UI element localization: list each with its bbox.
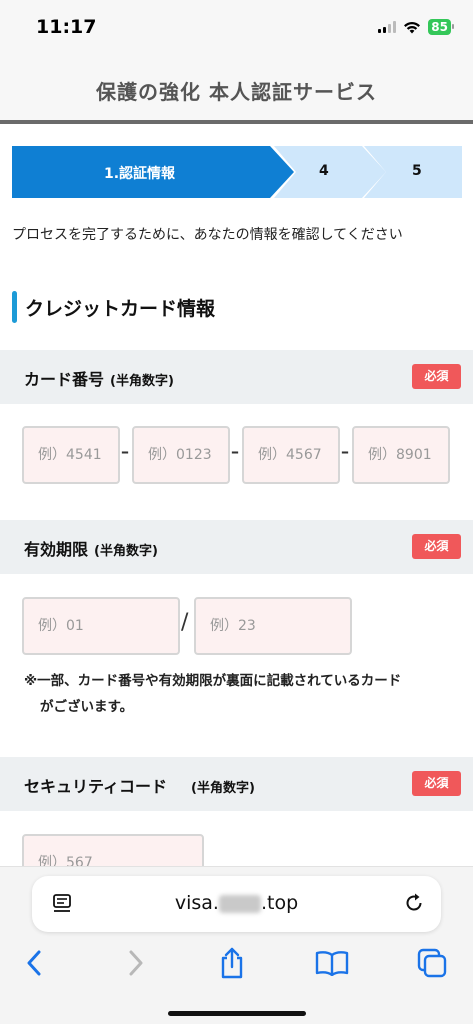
wifi-icon — [404, 21, 421, 33]
url-suffix: .top — [260, 892, 299, 914]
card-number-label: カード番号 (半角数字) — [24, 366, 174, 390]
card-number-separator: – — [231, 442, 239, 461]
expiry-year-input[interactable]: 例）23 — [194, 597, 352, 655]
chevron-left-icon — [27, 950, 41, 976]
card-number-separator: – — [121, 442, 129, 461]
url-prefix: visa. — [174, 892, 219, 914]
required-badge: 必須 — [412, 534, 461, 559]
browser-toolbar: visa. .top — [0, 866, 473, 1024]
card-number-sublabel: (半角数字) — [110, 374, 174, 389]
reload-icon[interactable] — [403, 892, 425, 914]
share-icon — [221, 947, 243, 979]
home-indicator — [168, 1011, 306, 1016]
security-code-header: セキュリティコード (半角数字) 必須 — [0, 757, 473, 811]
expiry-note: ※一部、カード番号や有効期限が裏面に記載されているカード がございます。 — [24, 668, 454, 720]
status-time: 11:17 — [36, 16, 97, 38]
page-header: 保護の強化 本人認証サービス — [0, 58, 473, 124]
signal-icon — [378, 21, 397, 33]
share-button[interactable] — [212, 943, 252, 983]
browser-nav-toolbar — [0, 943, 473, 983]
address-bar[interactable]: visa. .top — [32, 876, 441, 932]
note-line-2: がございます。 — [40, 699, 134, 715]
card-number-label-text: カード番号 — [24, 370, 105, 389]
expiry-separator: / — [181, 610, 189, 635]
security-code-label: セキュリティコード (半角数字) — [24, 773, 255, 797]
card-number-header: カード番号 (半角数字) 必須 — [0, 350, 473, 404]
bookmarks-button[interactable] — [312, 943, 352, 983]
chevron-right-icon — [129, 950, 143, 976]
forward-button[interactable] — [116, 943, 156, 983]
battery-icon: 85 — [428, 19, 454, 35]
security-code-sublabel: (半角数字) — [191, 781, 255, 796]
card-number-input-4[interactable]: 例）8901 — [352, 426, 450, 484]
expiry-label-text: 有効期限 — [24, 540, 89, 559]
back-button[interactable] — [14, 943, 54, 983]
required-badge: 必須 — [412, 771, 461, 796]
expiry-header: 有効期限 (半角数字) 必須 — [0, 520, 473, 574]
step-3-label: 5 — [412, 163, 422, 179]
card-number-separator: – — [341, 442, 349, 461]
step-progress: 1.認証情報 4 5 — [12, 146, 462, 198]
url-redacted — [218, 894, 261, 913]
section-title: クレジットカード情報 — [25, 297, 216, 320]
security-code-label-text: セキュリティコード — [24, 777, 168, 796]
step-1-label: 1.認証情報 — [104, 166, 176, 182]
section-heading: クレジットカード情報 — [12, 290, 215, 324]
step-2-label: 4 — [319, 163, 329, 179]
required-badge: 必須 — [412, 364, 461, 389]
book-icon — [315, 951, 349, 976]
card-number-input-1[interactable]: 例）4541 — [22, 426, 120, 484]
heading-accent-bar — [12, 291, 17, 323]
intro-text: プロセスを完了するために、あなたの情報を確認してください — [12, 227, 403, 243]
tabs-icon — [417, 948, 447, 978]
status-bar: 11:17 85 — [0, 0, 473, 58]
expiry-sublabel: (半角数字) — [94, 544, 158, 559]
tabs-button[interactable] — [412, 943, 452, 983]
page-title: 保護の強化 本人認証サービス — [96, 80, 377, 104]
card-number-input-3[interactable]: 例）4567 — [242, 426, 340, 484]
battery-level: 85 — [431, 20, 448, 34]
status-icons: 85 — [378, 19, 454, 35]
note-line-1: ※一部、カード番号や有効期限が裏面に記載されているカード — [24, 673, 402, 689]
card-number-input-2[interactable]: 例）0123 — [132, 426, 230, 484]
url-text: visa. .top — [32, 892, 441, 914]
expiry-month-input[interactable]: 例）01 — [22, 597, 180, 655]
expiry-label: 有効期限 (半角数字) — [24, 536, 158, 560]
